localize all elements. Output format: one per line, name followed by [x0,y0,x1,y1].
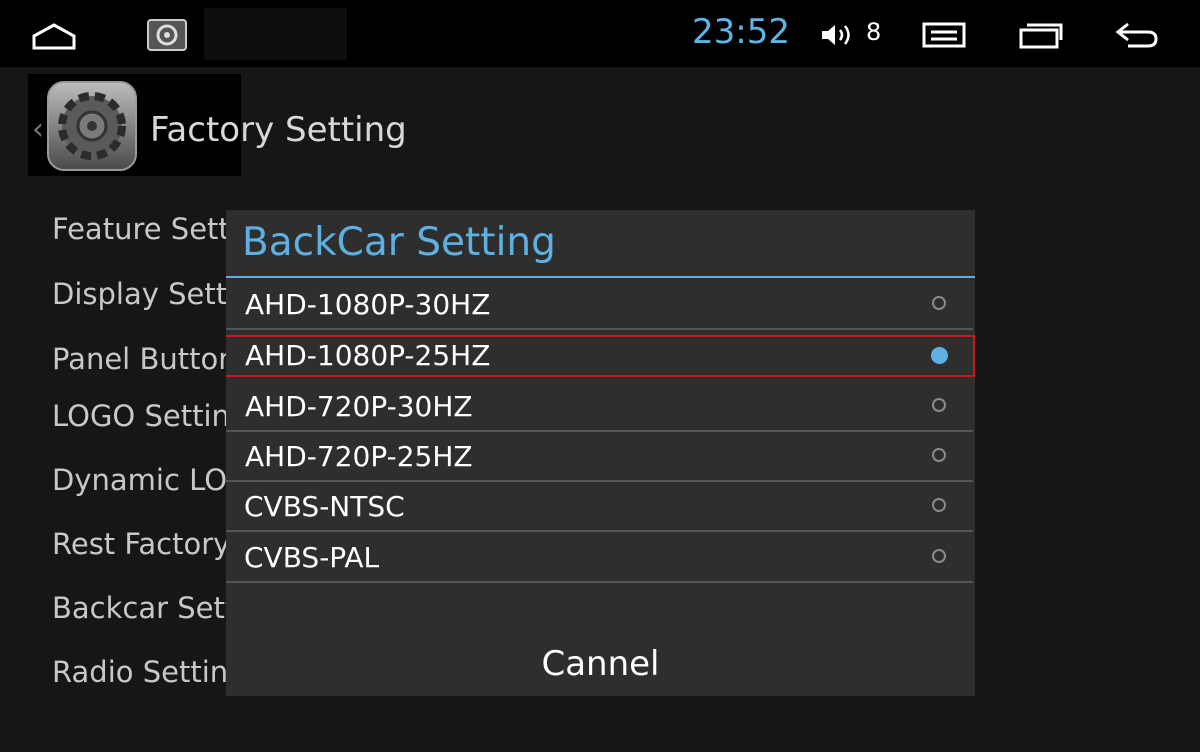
notification-area [204,8,347,60]
menu-icon[interactable] [922,22,966,48]
menu-item-logo-setting[interactable]: LOGO Setting [52,399,248,433]
radio-button-icon[interactable] [932,296,946,310]
menu-item-panel-button[interactable]: Panel Button [52,342,237,376]
dialog-title: BackCar Setting [242,220,556,265]
option-cvbs-pal[interactable]: CVBS-PAL [226,533,973,583]
option-label: AHD-1080P-30HZ [245,288,491,321]
page-title: Factory Setting [150,110,407,150]
back-icon[interactable] [1114,20,1160,50]
cancel-button[interactable]: Cannel [226,630,975,696]
back-chevron-icon[interactable]: ‹ [32,112,44,147]
backcar-setting-dialog: BackCar Setting AHD-1080P-30HZ AHD-1080P… [226,210,975,696]
radio-button-icon[interactable] [932,448,946,462]
radio-button-icon[interactable] [932,549,946,563]
volume-icon[interactable] [820,22,856,48]
option-ahd-1080p-25hz[interactable]: AHD-1080P-25HZ [226,335,975,377]
settings-gear-icon [47,81,137,171]
menu-item-radio-setting[interactable]: Radio Setting [52,655,247,689]
option-label: AHD-1080P-25HZ [245,339,491,372]
app-thumbnail-icon[interactable] [146,18,188,52]
option-label: CVBS-NTSC [244,490,405,523]
recents-icon[interactable] [1018,20,1064,50]
option-label: AHD-720P-25HZ [245,440,473,473]
option-label: AHD-720P-30HZ [245,390,473,423]
volume-level: 8 [866,18,882,46]
radio-button-icon[interactable] [932,398,946,412]
radio-button-icon[interactable] [932,498,946,512]
title-divider [226,276,975,278]
menu-item-rest-factory[interactable]: Rest Factory [52,527,230,561]
status-bar: 23:52 8 [0,0,1200,67]
option-ahd-720p-25hz[interactable]: AHD-720P-25HZ [226,432,973,482]
option-ahd-720p-30hz[interactable]: AHD-720P-30HZ [226,382,973,432]
option-label: CVBS-PAL [244,541,380,574]
home-icon[interactable] [30,22,78,50]
clock: 23:52 [692,12,790,52]
option-cvbs-ntsc[interactable]: CVBS-NTSC [226,482,973,532]
option-ahd-1080p-30hz[interactable]: AHD-1080P-30HZ [226,280,973,330]
radio-button-checked-icon[interactable] [931,347,948,364]
